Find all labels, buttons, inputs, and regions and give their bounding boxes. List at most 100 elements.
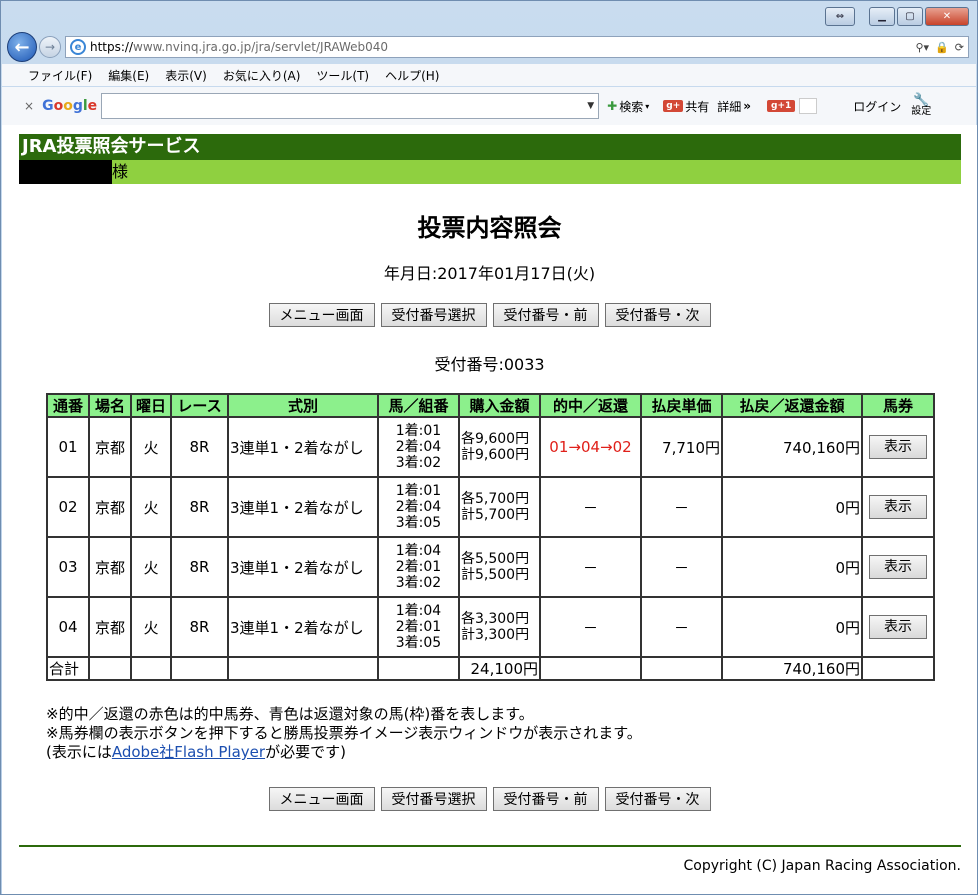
back-button[interactable]: ←: [7, 32, 37, 62]
refresh-icon[interactable]: ⟳: [955, 41, 964, 54]
cell-unit: －: [640, 476, 723, 538]
menu-bar: ファイル(F) 編集(E) 表示(V) お気に入り(A) ツール(T) ヘルプ(…: [2, 64, 976, 86]
receipt-prev-button[interactable]: 受付番号・前: [492, 787, 599, 811]
service-title: JRA投票照会サービス: [22, 136, 201, 157]
cell-hit: －: [539, 476, 642, 538]
google-search-input[interactable]: ▼: [101, 93, 600, 119]
google-more-label: 詳細: [717, 99, 742, 114]
receipt-select-button[interactable]: 受付番号選択: [380, 787, 487, 811]
receipt-select-button[interactable]: 受付番号選択: [380, 303, 487, 327]
amount-each: 各5,700円: [461, 491, 530, 507]
cell-race: 8R: [170, 596, 229, 658]
menu-file[interactable]: ファイル(F): [28, 67, 92, 84]
more-arrows: »: [743, 99, 752, 113]
cell-kumi: 1着:01 2着:04 3着:02: [377, 416, 460, 478]
amount-total: 計5,500円: [461, 567, 530, 583]
note-line: (表示にはAdobe社Flash Playerが必要です): [46, 743, 642, 762]
cell-ticket: 表示: [861, 596, 935, 658]
total-label: 合計: [46, 656, 90, 681]
menu-favorites[interactable]: お気に入り(A): [223, 67, 301, 84]
amount-total: 計5,700円: [461, 507, 530, 523]
table-row: 02 京都 火 8R 3連単1・2着ながし 1着:01 2着:04 3着:05 各5…: [46, 476, 935, 538]
cell-place: 京都: [88, 536, 132, 598]
cell-type: 3連単1・2着ながし: [227, 476, 379, 538]
google-share-label: 共有: [685, 99, 710, 114]
col-header: 払戻／返還金額: [721, 393, 863, 418]
menu-tools[interactable]: ツール(T): [316, 67, 369, 84]
resize-icon[interactable]: ⇔: [825, 7, 855, 26]
menu-screen-button[interactable]: メニュー画面: [268, 303, 375, 327]
empty-cell: [227, 656, 379, 681]
receipt-prev-button[interactable]: 受付番号・前: [492, 303, 599, 327]
cell-payout: 740,160円: [721, 416, 863, 478]
toolbar-close-icon[interactable]: ×: [24, 99, 34, 113]
page-title: 投票内容照会: [417, 214, 562, 242]
kumi-line: 3着:02: [395, 455, 442, 471]
col-header: 馬／組番: [377, 393, 460, 418]
google-login-link[interactable]: ログイン: [853, 98, 901, 115]
ie-page-icon: e: [70, 39, 86, 55]
cell-type: 3連単1・2着ながし: [227, 416, 379, 478]
table-row: 01 京都 火 8R 3連単1・2着ながし 1着:01 2着:04 3着:02 各9…: [46, 416, 935, 478]
empty-cell: [861, 656, 935, 681]
menu-view[interactable]: 表示(V): [165, 67, 207, 84]
receipt-number: 受付番号:0033: [434, 355, 545, 374]
flash-player-link[interactable]: Adobe社Flash Player: [112, 743, 265, 761]
col-header: 曜日: [130, 393, 172, 418]
cell-payout: 0円: [721, 476, 863, 538]
cell-ticket: 表示: [861, 536, 935, 598]
url-path: www.nvinq.jra.go.jp/jra/servlet/JRAWeb04…: [133, 40, 389, 54]
note-line: ※馬券欄の表示ボタンを押下すると勝馬投票券イメージ表示ウィンドウが表示されます。: [46, 724, 642, 742]
receipt-next-button[interactable]: 受付番号・次: [604, 787, 711, 811]
google-search-button[interactable]: ✚ 検索 ▾: [607, 98, 649, 115]
total-row: 合計 24,100円 740,160円: [46, 656, 935, 681]
lock-icon[interactable]: 🔒: [935, 41, 949, 54]
window-caption-buttons: ⇔ ▁ ▢ ✕: [825, 7, 969, 26]
cell-unit: －: [640, 596, 723, 658]
receipt-next-button[interactable]: 受付番号・次: [604, 303, 711, 327]
bottom-button-row: メニュー画面 受付番号選択 受付番号・前 受付番号・次: [2, 787, 977, 811]
chevron-down-icon: ▾: [645, 101, 650, 111]
address-bar[interactable]: e https:// www.nvinq.jra.go.jp/jra/servl…: [65, 36, 969, 58]
show-ticket-button[interactable]: 表示: [869, 495, 927, 519]
kumi-line: 3着:05: [395, 635, 442, 651]
menu-screen-button[interactable]: メニュー画面: [268, 787, 375, 811]
google-plus-one-icon[interactable]: g+1: [767, 100, 796, 112]
kumi-line: 3着:02: [395, 575, 442, 591]
show-ticket-button[interactable]: 表示: [869, 435, 927, 459]
empty-cell: [170, 656, 229, 681]
google-plus-icon: g+: [663, 100, 684, 112]
cell-amount: 各5,700円 計5,700円: [458, 476, 541, 538]
google-share-button[interactable]: g+ 共有: [663, 98, 709, 115]
cell-kumi: 1着:04 2着:01 3着:05: [377, 596, 460, 658]
cell-amount: 各3,300円 計3,300円: [458, 596, 541, 658]
google-more-button[interactable]: 詳細 »: [717, 98, 751, 115]
show-ticket-button[interactable]: 表示: [869, 555, 927, 579]
cell-day: 火: [130, 476, 172, 538]
chevron-down-icon[interactable]: ▼: [587, 101, 594, 111]
amount-each: 各5,500円: [461, 551, 530, 567]
col-header: 的中／返還: [539, 393, 642, 418]
google-logo: Google: [42, 98, 98, 114]
search-icon[interactable]: ⚲▾: [916, 41, 930, 54]
menu-help[interactable]: ヘルプ(H): [385, 67, 439, 84]
cell-amount: 各9,600円 計9,600円: [458, 416, 541, 478]
settings-button[interactable]: 🔧 設定: [911, 94, 931, 117]
navigation-bar: ← → e https:// www.nvinq.jra.go.jp/jra/s…: [7, 32, 969, 62]
cell-unit: －: [640, 536, 723, 598]
empty-cell: [539, 656, 642, 681]
note-post: が必要です): [265, 743, 346, 761]
total-payout: 740,160円: [721, 656, 863, 681]
close-button[interactable]: ✕: [925, 7, 969, 26]
cell-no: 03: [46, 536, 90, 598]
col-header: 式別: [227, 393, 379, 418]
forward-button[interactable]: →: [39, 36, 61, 58]
menu-edit[interactable]: 編集(E): [108, 67, 149, 84]
show-ticket-button[interactable]: 表示: [869, 615, 927, 639]
kumi-line: 2着:01: [395, 619, 442, 635]
cell-kumi: 1着:04 2着:01 3着:02: [377, 536, 460, 598]
note-pre: (表示には: [46, 743, 112, 761]
maximize-button[interactable]: ▢: [897, 7, 923, 26]
minimize-button[interactable]: ▁: [869, 7, 895, 26]
google-toolbar: × Google ▼ ✚ 検索 ▾ g+ 共有 詳細 » g+1 ログイン 🔧 …: [2, 87, 976, 125]
